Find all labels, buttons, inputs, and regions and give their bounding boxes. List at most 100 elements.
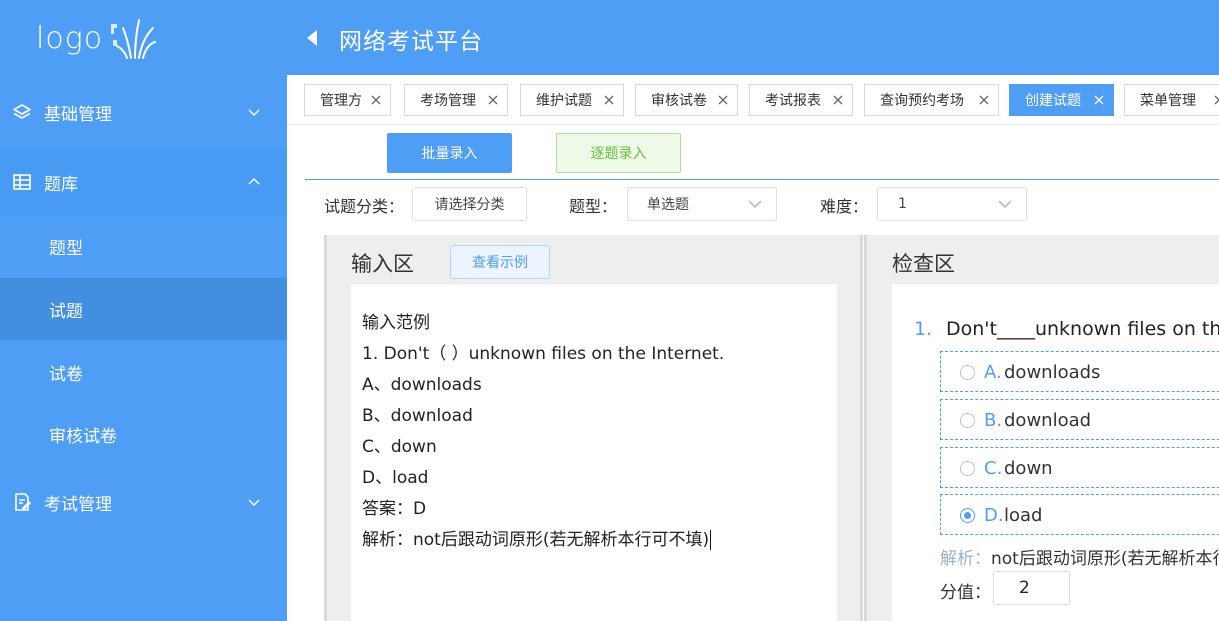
logo: logo [36, 14, 157, 62]
radio-button[interactable] [960, 413, 975, 428]
option-b[interactable]: B. download [940, 399, 1219, 440]
difficulty-label: 难度： [820, 197, 869, 216]
option-letter: B. [984, 410, 1003, 431]
edit-document-icon [15, 493, 31, 511]
difficulty-select[interactable]: 1 [877, 187, 1027, 221]
layers-icon [13, 104, 31, 119]
page-title: 网络考试平台 [339, 29, 483, 55]
tab-query-booking[interactable]: 查询预约考场 [864, 84, 999, 116]
option-letter: D. [984, 505, 1004, 526]
radio-button[interactable] [960, 365, 975, 380]
close-icon[interactable] [370, 94, 382, 106]
database-icon [13, 174, 31, 190]
sidebar-item-label: 试题 [49, 301, 83, 322]
batch-entry-button[interactable]: 批量录入 [387, 133, 512, 173]
score-value: 2 [1019, 578, 1030, 598]
tab-label: 维护试题 [536, 93, 592, 109]
tab-manager[interactable]: 管理方 [304, 84, 391, 116]
tab-label: 管理方 [320, 93, 362, 109]
question-type-label: 题型： [569, 197, 618, 216]
menu-group-basic[interactable]: 基础管理 [0, 78, 287, 146]
menu-group-question-bank[interactable]: 题库 [0, 148, 287, 216]
menu-group-exam-management[interactable]: 考试管理 [0, 468, 287, 536]
question-text: Don't____unknown files on the Internet. [946, 318, 1219, 340]
tab-label: 审核试卷 [651, 93, 707, 109]
option-text: download [1004, 410, 1092, 431]
menu-group-label: 题库 [44, 174, 78, 195]
question-input-textarea[interactable]: 输入范例 1. Don't（ ）unknown files on the Int… [351, 284, 837, 621]
tab-menu-management[interactable]: 菜单管理 [1124, 84, 1219, 116]
analysis-label: 解析： [940, 549, 991, 569]
tab-label: 创建试题 [1025, 93, 1081, 109]
sidebar-item-review-papers[interactable]: 审核试卷 [0, 403, 287, 465]
question-number: 1. [914, 318, 933, 340]
chevron-down-icon [748, 200, 762, 208]
input-line-last: 解析：not后跟动词原形(若无解析本行可不填) [362, 525, 712, 550]
option-a[interactable]: A. downloads [940, 351, 1219, 392]
input-line: 输入范例 [362, 313, 430, 333]
question-type-value: 单选题 [647, 197, 689, 213]
sidebar: logo 基础管理 题库 题型 试题 试卷 审核试卷 考试管理 [0, 0, 287, 621]
top-header: 网络考试平台 [287, 0, 1219, 75]
menu-group-label: 考试管理 [44, 494, 112, 515]
radio-button[interactable] [960, 461, 975, 476]
sidebar-item-questions[interactable]: 试题 [0, 278, 287, 340]
tab-bar: 管理方 考场管理 维护试题 审核试卷 考试报表 查询预约考场 创建试题 菜单管理 [287, 75, 1219, 125]
divider [305, 179, 1219, 180]
grass-logo-icon [111, 19, 157, 59]
difficulty-value: 1 [898, 196, 907, 212]
menu-group-label: 基础管理 [44, 104, 112, 125]
caret-left-icon[interactable] [307, 30, 317, 46]
chevron-down-icon [248, 109, 260, 117]
tab-exam-room[interactable]: 考场管理 [404, 84, 508, 116]
option-c[interactable]: C. down [940, 447, 1219, 488]
option-text: down [1004, 458, 1053, 479]
option-d[interactable]: D. load [940, 494, 1219, 535]
input-line: 答案：D [362, 499, 427, 519]
tab-label: 菜单管理 [1140, 93, 1196, 109]
category-select-button[interactable]: 请选择分类 [412, 187, 527, 221]
question-type-select[interactable]: 单选题 [627, 187, 777, 221]
tab-maintain-questions[interactable]: 维护试题 [520, 84, 624, 116]
tab-create-question[interactable]: 创建试题 [1009, 84, 1114, 116]
sidebar-item-question-type[interactable]: 题型 [0, 215, 287, 277]
close-icon[interactable] [978, 94, 990, 106]
chevron-down-icon [998, 200, 1012, 208]
sidebar-item-label: 题型 [49, 238, 83, 259]
sidebar-item-papers[interactable]: 试卷 [0, 341, 287, 403]
input-area-title: 输入区 [351, 252, 414, 276]
view-example-button[interactable]: 查看示例 [450, 245, 550, 279]
close-icon[interactable] [1213, 94, 1219, 106]
close-icon[interactable] [832, 94, 844, 106]
score-input[interactable]: 2 [993, 571, 1070, 605]
input-line: 解析：not后跟动词原形(若无解析本行可不填) [362, 530, 710, 550]
close-icon[interactable] [1093, 94, 1105, 106]
category-label: 试题分类： [324, 197, 405, 216]
check-area: 1. Don't____unknown files on the Interne… [892, 284, 1219, 621]
tab-label: 考场管理 [420, 93, 476, 109]
option-letter: A. [984, 362, 1002, 383]
logo-text: logo [36, 20, 104, 56]
option-letter: C. [984, 458, 1003, 479]
single-entry-button[interactable]: 逐题录入 [556, 133, 681, 173]
close-icon[interactable] [717, 94, 729, 106]
input-line: C、down [362, 437, 437, 457]
input-line: D、load [362, 468, 429, 488]
close-icon[interactable] [603, 94, 615, 106]
close-icon[interactable] [487, 94, 499, 106]
analysis-row: 解析：not后跟动词原形(若无解析本行可不填) [940, 544, 1219, 569]
option-text: load [1004, 505, 1043, 526]
chevron-down-icon [248, 499, 260, 507]
sidebar-item-label: 审核试卷 [49, 426, 117, 447]
sidebar-item-label: 试卷 [49, 364, 83, 385]
tab-label: 查询预约考场 [880, 93, 964, 109]
tab-label: 考试报表 [765, 93, 821, 109]
option-text: downloads [1004, 362, 1101, 383]
tab-review-papers[interactable]: 审核试卷 [635, 84, 738, 116]
analysis-text: not后跟动词原形(若无解析本行可不填) [991, 549, 1219, 569]
radio-button-selected[interactable] [960, 508, 975, 523]
chevron-up-icon [248, 177, 260, 185]
tab-exam-report[interactable]: 考试报表 [749, 84, 853, 116]
input-line: A、downloads [362, 375, 482, 395]
input-line: 1. Don't（ ）unknown files on the Internet… [362, 344, 725, 364]
